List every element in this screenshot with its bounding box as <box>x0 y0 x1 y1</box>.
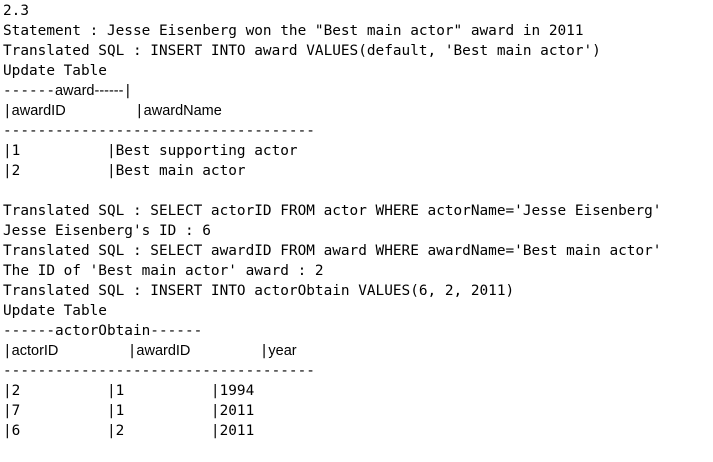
award-id-result: The ID of 'Best main actor' award : 2 <box>3 263 324 279</box>
update-table-label: Update Table <box>3 303 107 319</box>
statement-line: Statement : Jesse Eisenberg won the "Bes… <box>3 23 584 39</box>
obtain-table-separator: ------------------------------------ <box>3 363 315 379</box>
award-title-suffix: ------ <box>94 83 124 99</box>
obtain-table-row: |7 |1 |2011 <box>3 403 255 419</box>
obtain-table-title: ------actorObtain------ <box>3 323 203 339</box>
obtain-header-gap-1 <box>58 343 127 359</box>
award-title-prefix: ------ <box>3 83 55 99</box>
console-output: 2.3 Statement : Jesse Eisenberg won the … <box>3 1 708 459</box>
award-header-bar-1: | <box>3 103 12 119</box>
award-table-title: ------award------| <box>3 81 708 101</box>
obtain-header-awardid: awardID <box>136 343 191 359</box>
cursor-bar: | <box>123 83 133 99</box>
award-header-bar-2: | <box>134 103 144 119</box>
award-table-row: |2 |Best main actor <box>3 163 246 179</box>
obtain-table-row: |6 |2 |2011 <box>3 423 255 439</box>
award-table-separator: ------------------------------------ <box>3 123 315 139</box>
award-header-gap <box>66 103 135 119</box>
update-table-label: Update Table <box>3 63 107 79</box>
translated-sql-select-award: Translated SQL : SELECT awardID FROM awa… <box>3 243 662 259</box>
award-title-text: award <box>54 83 95 99</box>
obtain-table-row: |2 |1 |1994 <box>3 383 255 399</box>
translated-sql-insert-obtain: Translated SQL : INSERT INTO actorObtain… <box>3 283 515 299</box>
actor-id-result: Jesse Eisenberg's ID : 6 <box>3 223 211 239</box>
award-header-awardname: awardName <box>143 103 222 119</box>
translated-sql-select-actor: Translated SQL : SELECT actorID FROM act… <box>3 203 662 219</box>
obtain-header-bar-1: | <box>3 343 12 359</box>
obtain-header-gap-2 <box>190 343 259 359</box>
award-table-header: |awardID |awardName <box>3 101 708 121</box>
obtain-table-header: |actorID |awardID |year <box>3 341 708 361</box>
obtain-header-actorid: actorID <box>11 343 59 359</box>
award-header-awardid: awardID <box>11 103 66 119</box>
obtain-header-year: year <box>268 343 297 359</box>
award-table-row: |1 |Best supporting actor <box>3 143 298 159</box>
translated-sql-insert-award: Translated SQL : INSERT INTO award VALUE… <box>3 43 601 59</box>
section-number: 2.3 <box>3 3 29 19</box>
